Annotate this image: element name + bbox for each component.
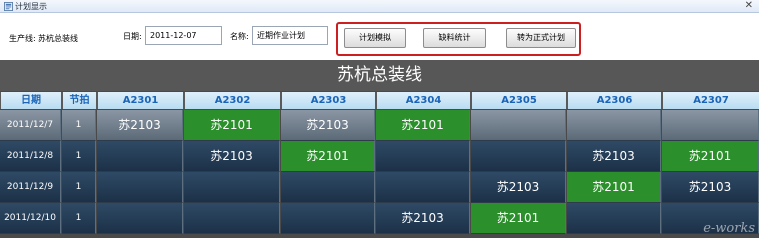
window-titlebar: 计划显示 ✕ (0, 0, 759, 13)
beat-cell: 1 (62, 141, 96, 172)
table-row: 2011/12/9 1 苏2103 苏2101 苏2103 (0, 172, 759, 203)
schedule-cell-empty[interactable] (567, 110, 661, 141)
column-header[interactable]: A2304 (377, 92, 470, 109)
date-field[interactable]: 2011-12-07 (145, 26, 222, 45)
app-icon (4, 2, 13, 11)
column-header[interactable]: 日期 (1, 92, 61, 109)
table-row: 2011/12/7 1 苏2103 苏2101 苏2103 苏2101 (0, 110, 759, 141)
window-title: 计划显示 (15, 2, 47, 11)
schedule-cell-empty[interactable] (376, 172, 470, 203)
line-label: 生产线: (9, 34, 36, 43)
schedule-cell-assigned[interactable]: 苏2103 (471, 172, 566, 203)
schedule-cell-empty[interactable] (662, 110, 759, 141)
beat-cell: 1 (62, 172, 96, 203)
schedule-cell-assigned[interactable]: 苏2103 (662, 172, 759, 203)
beat-cell: 1 (62, 203, 96, 234)
schedule-cell-empty[interactable] (281, 172, 375, 203)
schedule-cell-assigned[interactable]: 苏2101 (376, 110, 470, 141)
column-header[interactable]: A2302 (185, 92, 280, 109)
table-row: 2011/12/8 1 苏2103 苏2101 苏2103 苏2101 (0, 141, 759, 172)
shortage-stats-button[interactable]: 缺料统计 (423, 28, 486, 48)
toolbar: 生产线: 苏杭总装线 日期: 2011-12-07 名称: 近期作业计划 计划模… (0, 14, 759, 60)
schedule-cell-assigned[interactable]: 苏2103 (184, 141, 280, 172)
schedule-cell-empty[interactable] (567, 203, 661, 234)
date-label: 日期: (123, 32, 142, 41)
column-header[interactable]: A2303 (282, 92, 375, 109)
date-cell: 2011/12/9 (0, 172, 61, 203)
table-row: 2011/12/10 1 苏2103 苏2101 (0, 203, 759, 234)
column-header[interactable]: A2307 (663, 92, 759, 109)
schedule-cell-empty[interactable] (376, 141, 470, 172)
schedule-cell-assigned[interactable]: 苏2101 (281, 141, 375, 172)
column-header[interactable]: A2305 (472, 92, 566, 109)
schedule-cell-empty[interactable] (281, 203, 375, 234)
schedule-cell-empty[interactable] (97, 141, 183, 172)
date-cell: 2011/12/10 (0, 203, 61, 234)
schedule-cell-assigned[interactable]: 苏2103 (281, 110, 375, 141)
schedule-cell-empty[interactable] (97, 172, 183, 203)
schedule-cell-empty[interactable] (184, 172, 280, 203)
schedule-cell-empty[interactable] (471, 110, 566, 141)
schedule-cell-empty[interactable] (97, 203, 183, 234)
watermark-logo: e-works (703, 221, 755, 236)
schedule-cell-empty[interactable] (184, 203, 280, 234)
name-label: 名称: (230, 32, 249, 41)
simulate-plan-button[interactable]: 计划模拟 (344, 28, 406, 48)
line-value: 苏杭总装线 (38, 34, 78, 43)
formalize-plan-button[interactable]: 转为正式计划 (506, 28, 576, 48)
schedule-cell-empty[interactable] (471, 141, 566, 172)
schedule-cell-assigned[interactable]: 苏2101 (662, 141, 759, 172)
name-field[interactable]: 近期作业计划 (252, 26, 328, 45)
grid-title: 苏杭总装线 (0, 60, 759, 91)
date-cell: 2011/12/7 (0, 110, 61, 141)
beat-cell: 1 (62, 110, 96, 141)
schedule-cell-assigned[interactable]: 苏2101 (184, 110, 280, 141)
column-header[interactable]: A2301 (98, 92, 183, 109)
close-icon[interactable]: ✕ (745, 0, 753, 12)
column-header[interactable]: A2306 (568, 92, 661, 109)
schedule-grid: 苏杭总装线 日期 节拍 A2301 A2302 A2303 A2304 A2305 A2306… (0, 60, 759, 238)
schedule-cell-assigned[interactable]: 苏2103 (97, 110, 183, 141)
schedule-cell-assigned[interactable]: 苏2103 (376, 203, 470, 234)
date-cell: 2011/12/8 (0, 141, 61, 172)
header-row: 日期 节拍 A2301 A2302 A2303 A2304 A2305 A2306 A2307 (0, 92, 759, 109)
column-header[interactable]: 节拍 (63, 92, 96, 109)
schedule-cell-assigned[interactable]: 苏2101 (567, 172, 661, 203)
schedule-cell-assigned[interactable]: 苏2101 (471, 203, 566, 234)
schedule-cell-assigned[interactable]: 苏2103 (567, 141, 661, 172)
